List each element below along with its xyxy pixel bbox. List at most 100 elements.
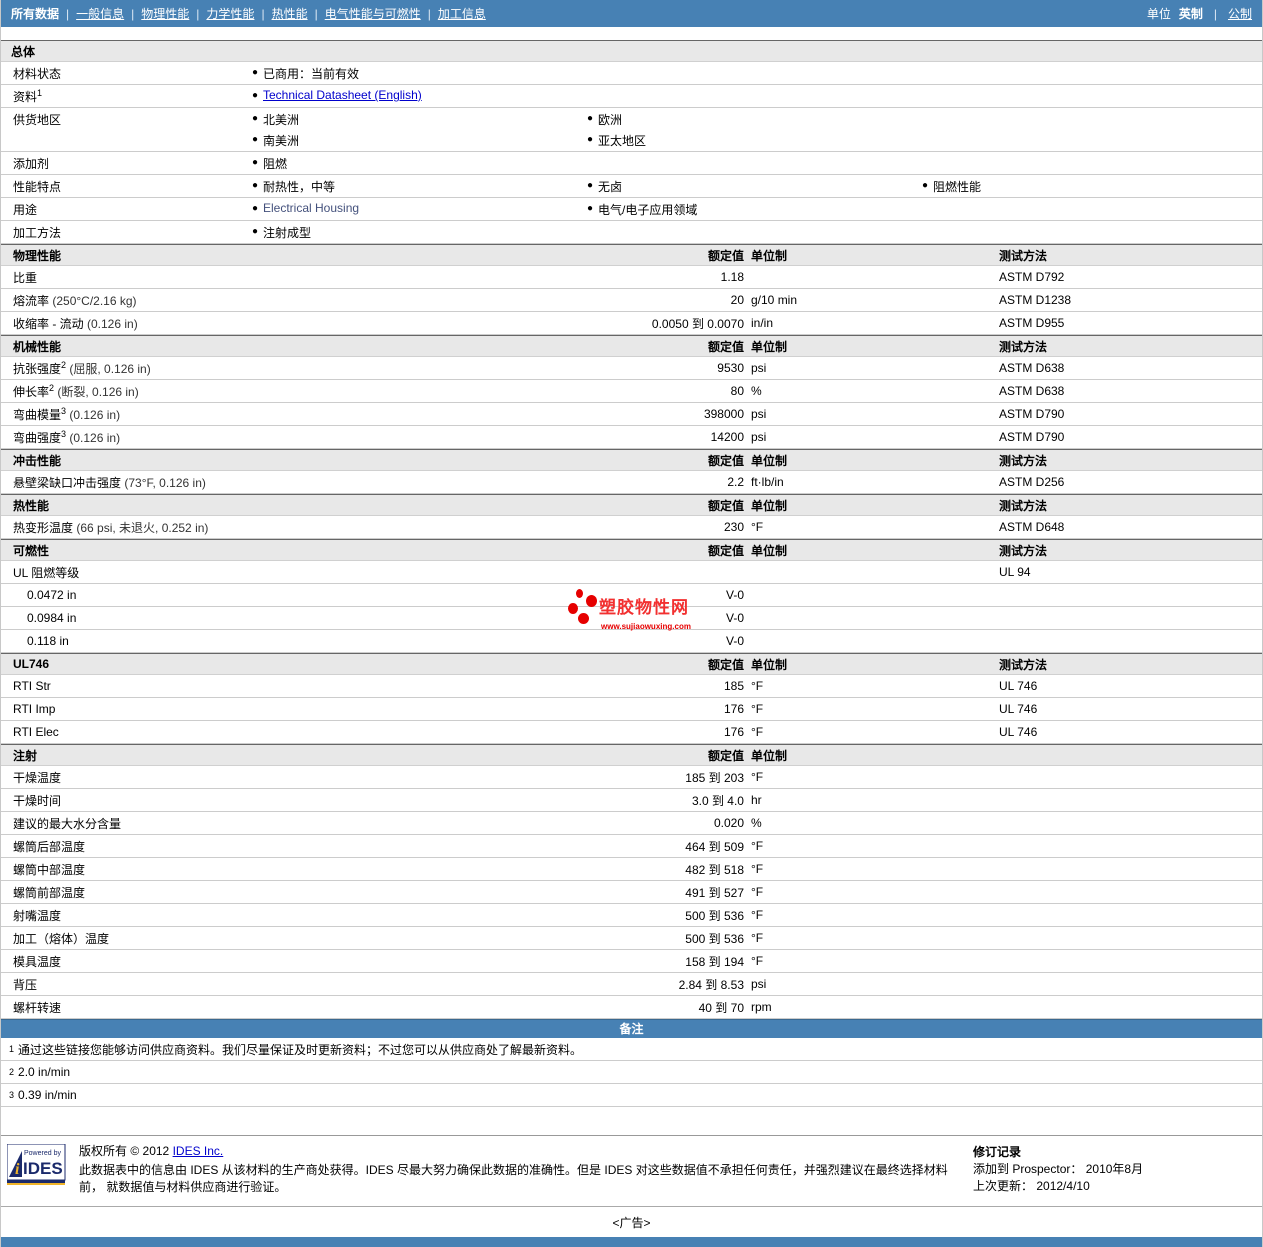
section-title: 注射: [13, 748, 38, 763]
nav-link-加工信息[interactable]: 加工信息: [438, 5, 486, 22]
property-value: 500 到 536: [685, 931, 744, 946]
bullet-icon: ●: [586, 134, 594, 145]
section-title: 可燃性: [13, 543, 50, 558]
property-label: RTI Str: [13, 679, 51, 693]
property-value: 14200: [710, 430, 744, 444]
bullet-item: ● Technical Datasheet (English): [247, 88, 582, 103]
section-title: 机械性能: [13, 339, 62, 354]
property-label: 螺筒后部温度: [13, 839, 86, 854]
column-header-value: 额定值: [707, 543, 744, 558]
property-test-method: UL 746: [999, 679, 1038, 693]
nav-link-热性能[interactable]: 热性能: [272, 5, 308, 22]
bullet-item-text: 已商用：当前有效: [263, 67, 360, 81]
column-header-unit: 单位制: [751, 339, 788, 354]
general-row-column: ● Electrical Housing: [247, 201, 582, 216]
property-test-method: UL 746: [999, 725, 1038, 739]
property-unit: °F: [751, 908, 764, 922]
bullet-item: ● 阻燃性能: [917, 178, 1252, 195]
bullet-icon: ●: [251, 157, 259, 168]
property-row: 0.118 in V-0: [1, 630, 1262, 653]
property-value: 2.84 到 8.53: [678, 977, 744, 992]
general-row-column: ● 阻燃性能: [917, 178, 1252, 195]
property-label: 0.118 in: [27, 634, 69, 648]
bullet-item-text: Electrical Housing: [263, 201, 360, 215]
property-label: 熔流率 (250°C/2.16 kg): [13, 293, 137, 308]
datasheet-link[interactable]: Technical Datasheet (English): [263, 88, 422, 102]
nav-link-力学性能[interactable]: 力学性能: [206, 5, 254, 22]
revision-title: 修订记录: [973, 1145, 1022, 1159]
revision-updated-value: 2012/4/10: [1036, 1179, 1090, 1193]
revision-updated: 上次更新： 2012/4/10: [973, 1178, 1251, 1195]
column-header-method: 测试方法: [999, 453, 1048, 468]
property-test-method: ASTM D955: [999, 316, 1065, 330]
property-row: 螺杆转速 40 到 70 rpm: [1, 996, 1262, 1019]
unit-metric-link[interactable]: 公制: [1228, 5, 1252, 22]
property-label: UL 阻燃等级: [13, 565, 80, 580]
bullet-item-text: 阻燃性能: [933, 180, 982, 194]
section-header-机械性能: 机械性能 额定值 单位制 测试方法: [1, 335, 1262, 357]
column-header-method: 测试方法: [999, 543, 1048, 558]
bullet-item-text: 亚太地区: [598, 134, 647, 148]
property-row: RTI Elec 176 °F UL 746: [1, 721, 1262, 744]
bullet-item-text: 无卤: [598, 180, 623, 194]
nav-link-电气性能与可燃性[interactable]: 电气性能与可燃性: [325, 5, 421, 22]
general-row-label: 用途: [13, 203, 38, 217]
column-header-value: 额定值: [707, 339, 744, 354]
bullet-item-text: Technical Datasheet (English): [263, 88, 422, 103]
property-label: 伸长率2 (断裂, 0.126 in): [13, 382, 139, 399]
bullet-item: ● 阻燃: [247, 155, 582, 172]
property-unit: %: [751, 816, 762, 830]
property-value: V-0: [725, 611, 744, 625]
general-rows: 材料状态 ● 已商用：当前有效 资料1 ● Technical Datasheet (En…: [1, 62, 1262, 244]
property-test-method: ASTM D256: [999, 475, 1065, 489]
bullet-icon: ●: [251, 90, 259, 101]
property-unit: in/in: [751, 316, 774, 330]
general-row-label: 性能特点: [13, 180, 62, 194]
general-row: 材料状态 ● 已商用：当前有效: [1, 62, 1262, 85]
property-row: 热变形温度 (66 psi, 未退火, 0.252 in) 230 °F ASTM D…: [1, 516, 1262, 539]
property-row: 0.0984 in V-0: [1, 607, 1262, 630]
general-row-column: ● 北美洲 ● 南美洲: [247, 111, 582, 149]
nav-links: | 一般信息 | 物理性能 | 力学性能 | 热性能 | 电气性能与可燃性 | 加工信息: [59, 5, 486, 22]
nav-link-一般信息[interactable]: 一般信息: [76, 5, 124, 22]
section-header-可燃性: 可燃性 额定值 单位制 测试方法: [1, 539, 1262, 561]
column-header-unit: 单位制: [751, 453, 788, 468]
property-unit: °F: [751, 520, 764, 534]
section-title: 冲击性能: [13, 453, 62, 468]
ides-inc-link[interactable]: IDES Inc.: [173, 1144, 224, 1158]
property-row: 比重 1.18 ASTM D792: [1, 266, 1262, 289]
property-test-method: ASTM D1238: [999, 293, 1072, 307]
property-row: 伸长率2 (断裂, 0.126 in) 80% ASTM D638: [1, 380, 1262, 403]
property-unit: ft·lb/in: [751, 475, 784, 489]
section-header-general: 总体: [1, 40, 1262, 62]
page: 所有数据 | 一般信息 | 物理性能 | 力学性能 | 热性能 | 电气性能与可燃性 | 加工信息 单…: [0, 0, 1263, 1247]
column-header-unit: 单位制: [751, 657, 788, 672]
general-row-column: ● 注射成型: [247, 224, 582, 241]
property-test-method: UL 746: [999, 702, 1038, 716]
property-unit: psi: [751, 361, 767, 375]
property-unit: °F: [751, 839, 764, 853]
note-text: 2.0 in/min: [18, 1065, 71, 1079]
header-gap: [1, 27, 1262, 40]
note-row: 2 2.0 in/min: [1, 1061, 1262, 1084]
revision-added: 添加到 Prospector： 2010年8月: [973, 1161, 1251, 1178]
property-value: 464 到 509: [685, 839, 744, 854]
nav-current-all-data: 所有数据: [11, 7, 60, 21]
bullet-item: ● 南美洲: [247, 132, 582, 149]
nav-link-物理性能[interactable]: 物理性能: [141, 5, 189, 22]
section-header-冲击性能: 冲击性能 额定值 单位制 测试方法: [1, 449, 1262, 471]
bullet-item-text: 欧洲: [598, 113, 623, 127]
property-label: 0.0472 in: [27, 588, 77, 602]
column-header-method: 测试方法: [999, 339, 1048, 354]
property-value: 398000: [703, 407, 744, 421]
note-row: 3 0.39 in/min: [1, 1084, 1262, 1107]
nav-separator: |: [66, 6, 70, 21]
column-header-value: 额定值: [707, 657, 744, 672]
column-header-method: 测试方法: [999, 498, 1048, 513]
property-value: 40 到 70: [698, 1000, 744, 1015]
bullet-icon: ●: [251, 134, 259, 145]
property-label: 螺筒前部温度: [13, 885, 86, 900]
notes-rows: 1 通过这些链接您能够访问供应商资料。我们尽量保证及时更新资料；不过您可以从供应商…: [1, 1038, 1262, 1107]
section-title: 总体: [11, 44, 36, 59]
note-text: 通过这些链接您能够访问供应商资料。我们尽量保证及时更新资料；不过您可以从供应商处…: [18, 1042, 583, 1057]
